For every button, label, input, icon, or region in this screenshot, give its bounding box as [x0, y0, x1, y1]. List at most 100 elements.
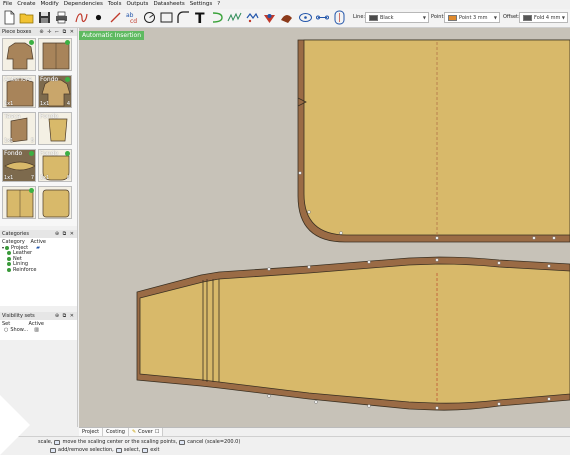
- visibility-label: Show...: [10, 327, 29, 333]
- categories-title: Categories ⊕ ⧉ ✕: [0, 230, 77, 238]
- circle-tool-icon[interactable]: [142, 10, 157, 25]
- tab-project[interactable]: Project: [79, 428, 104, 436]
- notch-tool-icon[interactable]: [245, 10, 260, 25]
- menu-create[interactable]: Create: [17, 0, 35, 9]
- arc-tool-icon[interactable]: [176, 10, 191, 25]
- active-status-icon: [65, 40, 70, 45]
- menu-datasheets[interactable]: Datasheets: [153, 0, 184, 9]
- line-tool-icon[interactable]: [108, 10, 123, 25]
- lower-pattern-piece[interactable]: [136, 256, 570, 411]
- piece-thumbnail[interactable]: Fondo: [38, 112, 72, 145]
- category-bullet-icon: [7, 256, 11, 261]
- drawing-canvas[interactable]: Automatic Insertion: [79, 28, 570, 427]
- piece-thumbnail[interactable]: Fondo 1x1 4: [38, 75, 72, 108]
- line-style-select[interactable]: Black ▼: [365, 12, 429, 23]
- active-status-icon: [29, 188, 34, 193]
- curve-tool-icon[interactable]: [74, 10, 89, 25]
- piece-quantity: 1x1: [40, 175, 50, 181]
- label-tool-icon[interactable]: [298, 10, 313, 25]
- upper-pattern-piece[interactable]: [297, 39, 570, 243]
- text-tool-icon[interactable]: T: [193, 10, 208, 25]
- tab-costing[interactable]: Costing: [103, 428, 129, 436]
- piece-quantity: 1x1: [4, 101, 14, 107]
- piece-thumbnail[interactable]: Fondo 1x1 7: [2, 149, 36, 182]
- grid-icon[interactable]: ▥: [34, 327, 39, 333]
- dock-controls-icon[interactable]: ⊕ ⧉ ✕: [55, 312, 75, 320]
- measure-tool-icon[interactable]: ab cd: [125, 10, 140, 25]
- visibility-sets-list: Set Active ○ Show... ▥: [0, 320, 77, 340]
- offset-label: Offset:: [503, 14, 520, 20]
- point-label: Point:: [431, 14, 446, 20]
- save-icon[interactable]: [37, 10, 52, 25]
- menu-bar: File Create Modify Dependencies Tools Ou…: [0, 0, 570, 9]
- status-bar: scale, move the scaling center or the sc…: [0, 436, 570, 455]
- print-icon[interactable]: [54, 10, 69, 25]
- menu-help[interactable]: ?: [217, 0, 220, 9]
- piece-number: 7: [30, 175, 34, 181]
- mouse-right-icon: [179, 439, 186, 445]
- category-bullet-icon: [7, 262, 11, 267]
- dock-controls-icon[interactable]: ⊕ ✛ ⌐ ⧉ ✕: [39, 28, 75, 36]
- app-window: File Create Modify Dependencies Tools Ou…: [0, 0, 570, 455]
- piece-tool-icon[interactable]: [332, 10, 347, 25]
- offset-style-value: Fold 4 mm: [534, 14, 561, 21]
- stamp-tool-icon[interactable]: [279, 10, 294, 25]
- dock-controls-icon[interactable]: ⊕ ⧉ ✕: [55, 230, 75, 238]
- piece-thumbnail[interactable]: [38, 186, 72, 219]
- pattern-drawing[interactable]: [79, 28, 570, 427]
- menu-modify[interactable]: Modify: [41, 0, 59, 9]
- menu-tools[interactable]: Tools: [108, 0, 122, 9]
- category-bullet-icon: [7, 251, 11, 256]
- piece-name: Fondo: [40, 113, 59, 120]
- bottom-tabs: Project Costing ✎ Cover ☐: [79, 427, 570, 436]
- point-tool-icon[interactable]: [91, 10, 106, 25]
- category-item[interactable]: Reinforce: [2, 267, 75, 273]
- active-status-icon: [29, 151, 34, 156]
- menu-outputs[interactable]: Outputs: [126, 0, 148, 9]
- menu-dependencies[interactable]: Dependencies: [64, 0, 103, 9]
- close-icon[interactable]: ☐: [155, 428, 159, 436]
- hole-tool-icon[interactable]: [262, 10, 277, 25]
- radio-icon[interactable]: ○: [4, 327, 8, 333]
- menu-file[interactable]: File: [3, 0, 12, 9]
- piece-thumbnail[interactable]: [38, 38, 72, 71]
- point-color-swatch: [448, 14, 457, 21]
- visibility-sets-title: Visibility sets ⊕ ⧉ ✕: [0, 312, 77, 320]
- tab-label: Costing: [106, 429, 125, 435]
- point-style-value: Point 3 mm: [459, 14, 488, 21]
- piece-quantity: 1x1: [40, 101, 50, 107]
- mouse-right-icon: [142, 447, 149, 453]
- bracket-tool-icon[interactable]: [210, 10, 225, 25]
- status-text: select,: [123, 447, 141, 453]
- piece-name: Fondo: [40, 76, 59, 83]
- chevron-down-icon: ▼: [493, 15, 497, 20]
- open-folder-icon[interactable]: [19, 10, 34, 25]
- piece-thumbnail[interactable]: Anteriore 1x1: [2, 75, 36, 108]
- piece-quantity: 1x1: [4, 138, 14, 144]
- folder-icon[interactable]: ▰: [36, 245, 40, 251]
- chevron-down-icon: ▼: [561, 15, 565, 20]
- point-style-select[interactable]: Point 3 mm ▼: [444, 12, 500, 23]
- zigzag-tool-icon[interactable]: [227, 10, 242, 25]
- piece-number: 5: [30, 138, 34, 144]
- piece-thumbnail[interactable]: Fondo 1x1 8: [38, 149, 72, 182]
- category-bullet-icon: [7, 267, 11, 272]
- new-file-icon[interactable]: [2, 10, 17, 25]
- piece-thumbnail[interactable]: Tasca 1x1 5: [2, 112, 36, 145]
- piece-shape: [42, 189, 70, 218]
- rectangle-tool-icon[interactable]: [159, 10, 174, 25]
- piece-number: 4: [66, 101, 70, 107]
- active-status-icon: [29, 40, 34, 45]
- piece-thumbnail[interactable]: [2, 38, 36, 71]
- piece-name: Tasca: [4, 113, 21, 120]
- menu-settings[interactable]: Settings: [190, 0, 213, 9]
- visibility-item[interactable]: ○ Show... ▥: [2, 327, 75, 333]
- status-line-1: scale, move the scaling center or the sc…: [38, 439, 240, 445]
- collapse-icon[interactable]: ▾: [2, 245, 4, 250]
- status-text: add/remove selection,: [58, 447, 114, 453]
- connector-tool-icon[interactable]: [315, 10, 330, 25]
- tab-label: Cover: [138, 429, 153, 435]
- tab-cover[interactable]: ✎ Cover ☐: [128, 428, 164, 436]
- piece-thumbnail[interactable]: [2, 186, 36, 219]
- offset-style-select[interactable]: Fold 4 mm ▼: [519, 12, 568, 23]
